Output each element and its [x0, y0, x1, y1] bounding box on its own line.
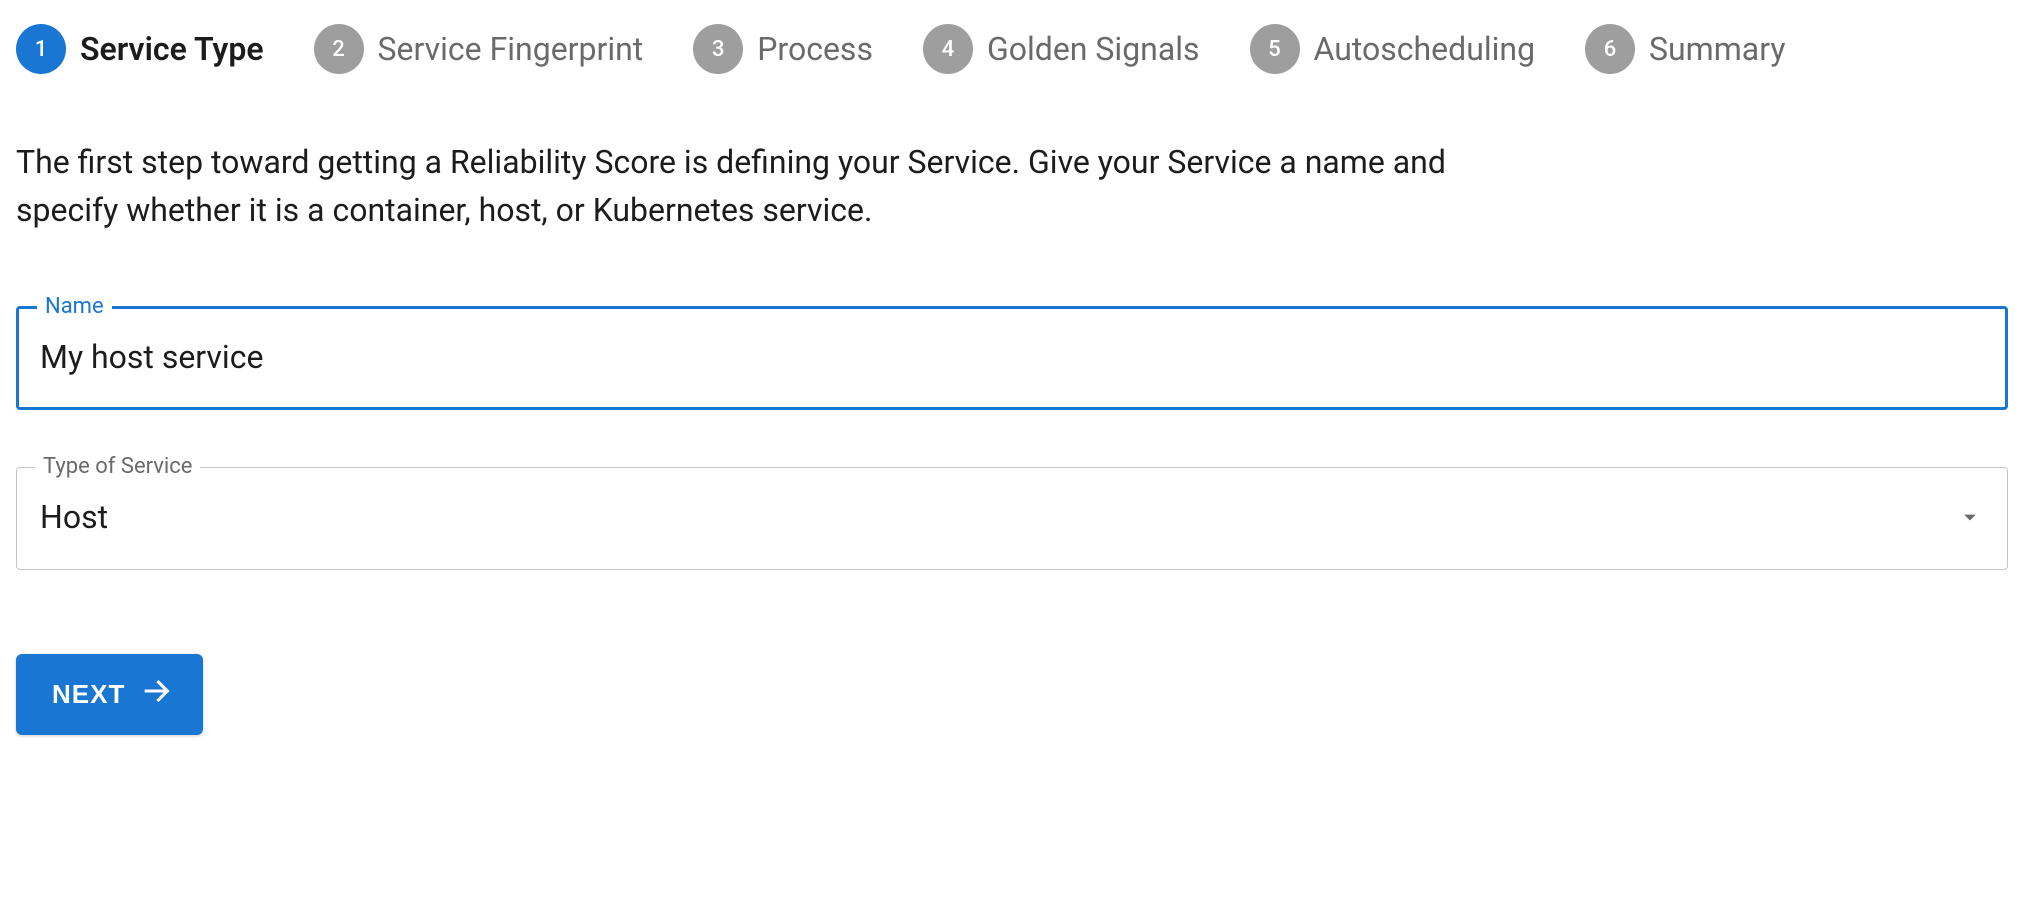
step-label: Autoscheduling: [1314, 30, 1536, 68]
step-label: Summary: [1649, 30, 1785, 68]
step-service-fingerprint[interactable]: 2 Service Fingerprint: [314, 24, 644, 74]
step-label: Golden Signals: [987, 30, 1200, 68]
step-number-badge: 5: [1250, 24, 1300, 74]
chevron-down-icon: [1956, 503, 1984, 531]
step-autoscheduling[interactable]: 5 Autoscheduling: [1250, 24, 1536, 74]
step-number-badge: 6: [1585, 24, 1635, 74]
service-type-select[interactable]: Host: [16, 464, 2008, 570]
step-summary[interactable]: 6 Summary: [1585, 24, 1785, 74]
service-type-field-container: Host Type of Service: [16, 464, 2008, 570]
step-number-badge: 3: [693, 24, 743, 74]
step-number-badge: 4: [923, 24, 973, 74]
step-number-badge: 1: [16, 24, 66, 74]
service-name-input[interactable]: [16, 304, 2008, 410]
step-label: Service Fingerprint: [378, 30, 644, 68]
step-service-type[interactable]: 1 Service Type: [16, 24, 264, 74]
next-button-label: NEXT: [52, 679, 125, 710]
service-type-value: Host: [40, 498, 108, 536]
arrow-right-icon: [139, 674, 173, 715]
step-number-badge: 2: [314, 24, 364, 74]
step-description: The first step toward getting a Reliabil…: [16, 138, 1536, 234]
wizard-stepper: 1 Service Type 2 Service Fingerprint 3 P…: [16, 24, 2008, 74]
next-button[interactable]: NEXT: [16, 654, 203, 735]
step-golden-signals[interactable]: 4 Golden Signals: [923, 24, 1200, 74]
name-field-container: Name: [16, 304, 2008, 410]
step-label: Service Type: [80, 30, 264, 68]
step-label: Process: [757, 30, 873, 68]
step-process[interactable]: 3 Process: [693, 24, 873, 74]
